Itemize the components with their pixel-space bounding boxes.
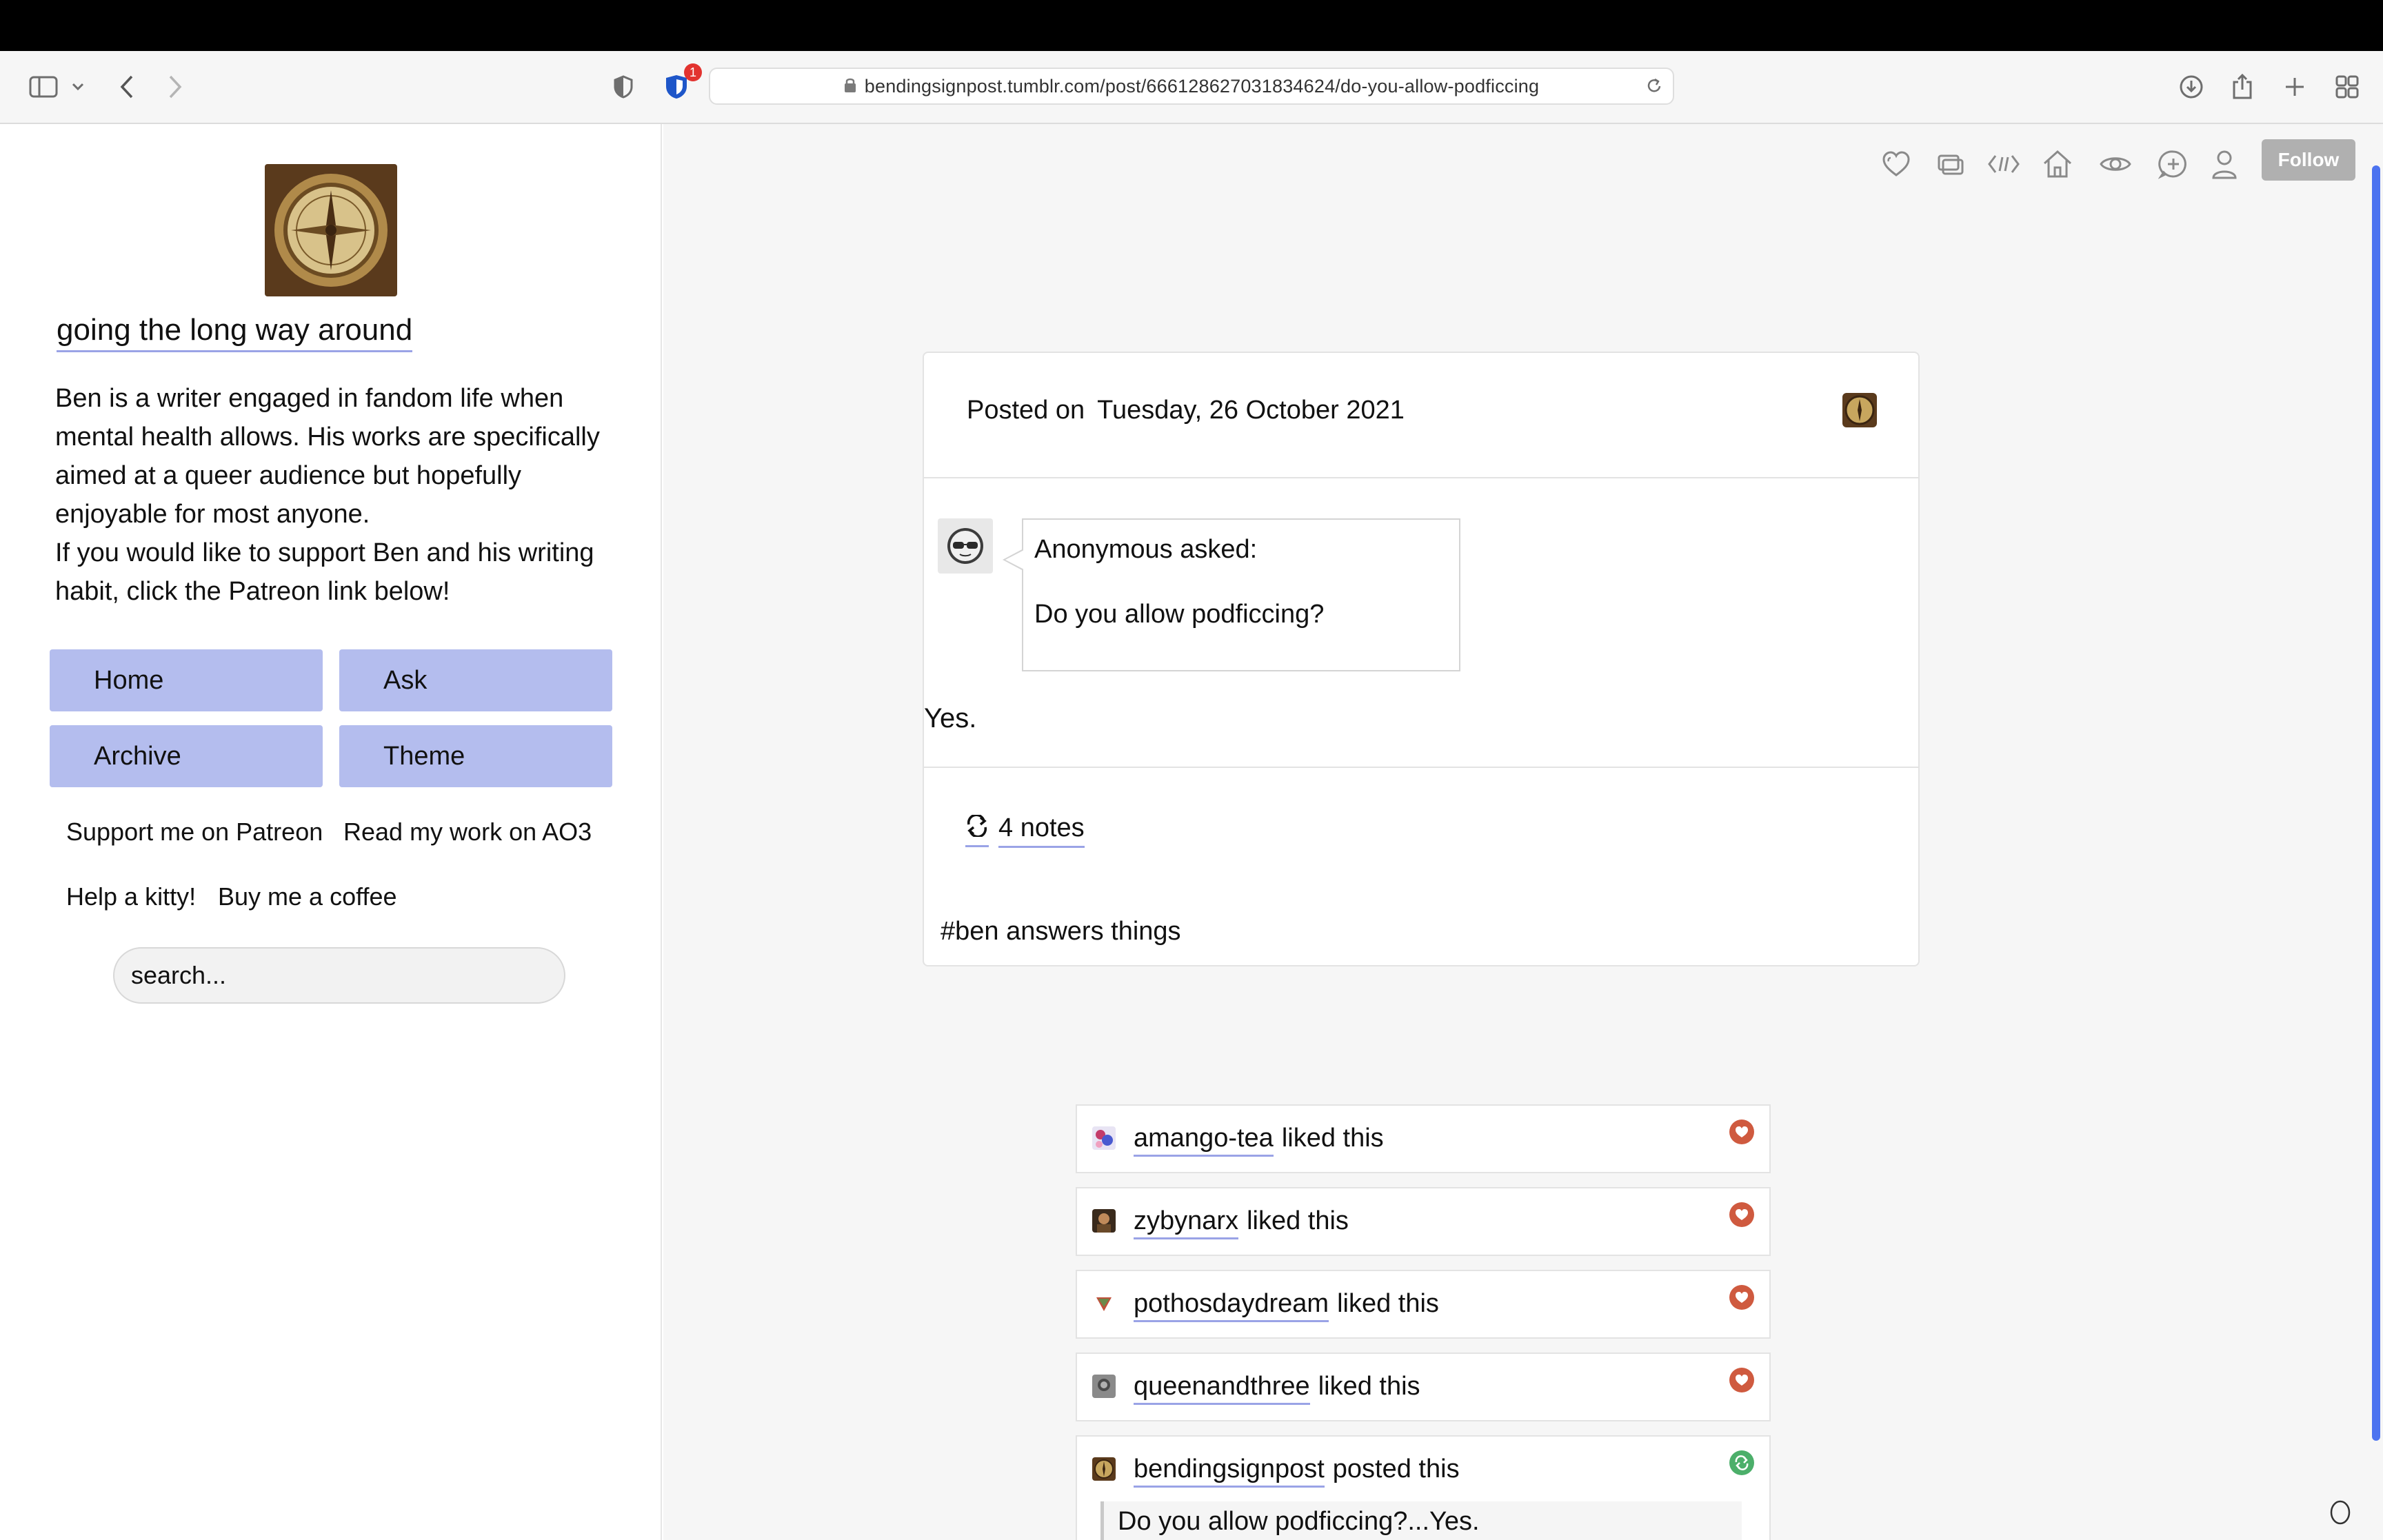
url-text: bendingsignpost.tumblr.com/post/66612862…	[864, 75, 1540, 97]
note-avatar[interactable]	[1092, 1457, 1116, 1481]
heart-icon	[1729, 1202, 1754, 1227]
note-username[interactable]: amango-tea	[1134, 1124, 1274, 1157]
share-icon[interactable]	[2229, 66, 2256, 108]
coffee-link[interactable]: Buy me a coffee	[218, 882, 397, 911]
note-text: pothosdaydream liked this	[1134, 1289, 1439, 1322]
notes-link[interactable]: 4 notes	[965, 813, 1085, 848]
asker-label: Anonymous asked:	[1034, 535, 1258, 564]
note-avatar[interactable]	[1092, 1375, 1116, 1398]
blog-sidebar: going the long way around Ben is a write…	[0, 124, 662, 1540]
nav-archive-button[interactable]: Archive	[50, 725, 323, 787]
back-icon[interactable]	[113, 66, 141, 108]
egg-icon[interactable]	[2328, 1497, 2353, 1525]
post-date-line: Posted on Tuesday, 26 October 2021	[967, 396, 1417, 425]
nav-home-button[interactable]: Home	[50, 649, 323, 711]
blog-avatar[interactable]	[265, 164, 397, 296]
reload-icon[interactable]	[1645, 77, 1663, 99]
like-heart-icon[interactable]	[1877, 145, 1916, 183]
post-card: Posted on Tuesday, 26 October 2021 Anonym…	[923, 352, 1920, 966]
reblog-icon	[965, 813, 989, 847]
system-menu-bar	[0, 0, 2383, 51]
note-row: amango-tea liked this	[1076, 1104, 1771, 1173]
post-divider	[924, 767, 1918, 768]
patreon-link[interactable]: Support me on Patreon	[66, 818, 323, 847]
view-eye-icon[interactable]	[2096, 145, 2135, 183]
kitty-link[interactable]: Help a kitty!	[66, 882, 196, 911]
reblog-control-icon[interactable]	[1931, 145, 1969, 183]
blog-title[interactable]: going the long way around	[57, 313, 413, 352]
note-row: zybynarx liked this	[1076, 1187, 1771, 1256]
note-username[interactable]: zybynarx	[1134, 1206, 1239, 1239]
scrollbar-thumb[interactable]	[2372, 165, 2380, 1441]
post-tag[interactable]: #ben answers things	[941, 917, 1181, 946]
anonymous-avatar-icon	[938, 518, 993, 574]
note-text: amango-tea liked this	[1134, 1124, 1384, 1157]
note-text: bendingsignpost posted this	[1134, 1455, 1460, 1488]
ao3-link[interactable]: Read my work on AO3	[343, 818, 592, 847]
note-row: pothosdaydream liked this	[1076, 1270, 1771, 1339]
note-avatar[interactable]	[1092, 1292, 1116, 1315]
new-tab-icon[interactable]	[2281, 66, 2309, 108]
embed-code-icon[interactable]	[1984, 145, 2023, 183]
extension-badge: 1	[684, 63, 702, 81]
chevron-down-icon[interactable]	[68, 66, 88, 108]
question-text: Do you allow podficcing?	[1034, 600, 1325, 629]
notes-count[interactable]: 4 notes	[998, 813, 1085, 848]
lock-icon	[844, 77, 856, 97]
follow-button[interactable]: Follow	[2262, 139, 2355, 181]
note-avatar[interactable]	[1092, 1209, 1116, 1233]
search-input[interactable]	[113, 947, 565, 1004]
note-action: liked this	[1337, 1289, 1439, 1318]
heart-icon	[1729, 1368, 1754, 1392]
reblog-badge-icon	[1729, 1450, 1754, 1475]
sidebar-toggle-icon[interactable]	[26, 66, 61, 108]
post-date[interactable]: Tuesday, 26 October 2021	[1097, 396, 1405, 425]
note-username[interactable]: bendingsignpost	[1134, 1455, 1325, 1488]
browser-toolbar: 1 bendingsignpost.tumblr.com/post/666128…	[0, 51, 2383, 124]
note-username[interactable]: pothosdaydream	[1134, 1289, 1329, 1322]
privacy-shield-icon[interactable]	[610, 66, 637, 108]
reblog-excerpt: Do you allow podficcing?...Yes.	[1100, 1501, 1742, 1540]
note-text: zybynarx liked this	[1134, 1206, 1349, 1239]
tab-overview-icon[interactable]	[2333, 66, 2361, 108]
post-author-avatar[interactable]	[1842, 393, 1877, 427]
downloads-icon[interactable]	[2178, 66, 2205, 108]
main-content: Follow Posted on Tuesday, 26 October 2021…	[663, 124, 2383, 1540]
description-text: Ben is a writer engaged in fandom life w…	[55, 384, 600, 606]
note-row: bendingsignpost posted this Do you allow …	[1076, 1435, 1771, 1540]
note-action: liked this	[1247, 1206, 1349, 1235]
note-text: queenandthree liked this	[1134, 1372, 1420, 1405]
note-action: liked this	[1318, 1372, 1420, 1401]
answer-text: Yes.	[924, 703, 977, 733]
heart-icon	[1729, 1285, 1754, 1310]
note-action: posted this	[1332, 1455, 1460, 1483]
forward-icon[interactable]	[161, 66, 189, 108]
nav-theme-button[interactable]: Theme	[339, 725, 612, 787]
note-username[interactable]: queenandthree	[1134, 1372, 1310, 1405]
address-bar[interactable]: bendingsignpost.tumblr.com/post/66612862…	[709, 68, 1674, 105]
blog-description: Ben is a writer engaged in fandom life w…	[55, 379, 621, 611]
ask-plus-icon[interactable]	[2154, 145, 2193, 183]
ask-bubble: Anonymous asked: Do you allow podficcing…	[1003, 518, 1460, 671]
account-person-icon[interactable]	[2205, 145, 2244, 183]
heart-icon	[1729, 1119, 1754, 1144]
home-icon[interactable]	[2038, 145, 2077, 183]
posted-on-label: Posted on	[967, 396, 1085, 425]
note-action: liked this	[1281, 1124, 1384, 1153]
post-header: Posted on Tuesday, 26 October 2021	[924, 353, 1918, 478]
note-avatar[interactable]	[1092, 1126, 1116, 1150]
nav-ask-button[interactable]: Ask	[339, 649, 612, 711]
note-row: queenandthree liked this	[1076, 1352, 1771, 1421]
